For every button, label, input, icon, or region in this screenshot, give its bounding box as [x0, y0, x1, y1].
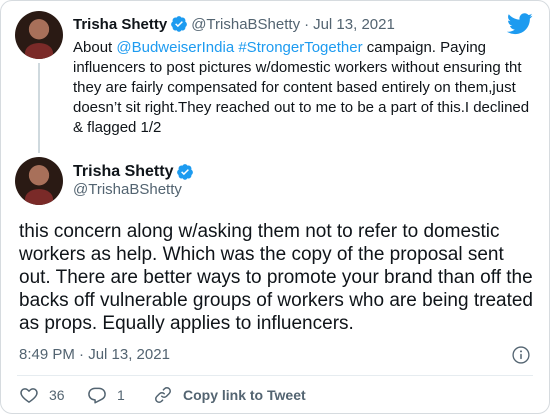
reply-count: 1	[117, 387, 125, 403]
twitter-bird-icon[interactable]	[507, 13, 533, 35]
tweet2-text: this concern along w/asking them not to …	[19, 221, 534, 334]
tweet-date[interactable]: Jul 13, 2021	[313, 16, 395, 33]
tweet-card: Trisha Shetty @TrishaBShetty · Jul 13, 2…	[0, 0, 550, 414]
author-name[interactable]: Trisha Shetty	[73, 16, 167, 33]
reply-button[interactable]: 1	[87, 385, 153, 405]
tweet-timestamp[interactable]: 8:49 PM · Jul 13, 2021	[19, 346, 170, 363]
like-count: 36	[49, 387, 65, 403]
copy-link-button[interactable]: Copy link to Tweet	[153, 385, 306, 405]
avatar[interactable]	[15, 11, 63, 59]
info-icon[interactable]	[511, 345, 531, 365]
action-bar: 36 1 Copy link to Tweet	[19, 385, 306, 405]
reply-icon	[88, 387, 106, 404]
verified-badge-icon	[171, 16, 188, 32]
like-button[interactable]: 36	[19, 385, 79, 405]
author-handle[interactable]: @TrishaBShetty	[191, 16, 300, 33]
divider	[17, 375, 533, 376]
thread-connector	[38, 63, 40, 153]
link-icon	[155, 387, 171, 403]
verified-badge-icon	[177, 164, 194, 180]
author-name[interactable]: Trisha Shetty	[73, 163, 173, 181]
tweet1-text-intro: About	[73, 39, 117, 56]
tweet2-header: Trisha Shetty	[73, 163, 197, 181]
tweet-timestamp-row: 8:49 PM · Jul 13, 2021	[19, 346, 170, 363]
heart-icon	[20, 388, 38, 403]
copy-link-label: Copy link to Tweet	[183, 387, 306, 403]
tweet1-text: About @BudweiserIndia #StrongerTogether …	[73, 38, 533, 138]
hashtag-link[interactable]: #StrongerTogether	[238, 39, 362, 56]
author-handle[interactable]: @TrishaBShetty	[73, 181, 182, 198]
separator-dot: ·	[304, 15, 310, 33]
avatar[interactable]	[15, 157, 63, 205]
mention-link[interactable]: @BudweiserIndia	[116, 39, 234, 56]
tweet1-header: Trisha Shetty @TrishaBShetty · Jul 13, 2…	[73, 15, 395, 33]
